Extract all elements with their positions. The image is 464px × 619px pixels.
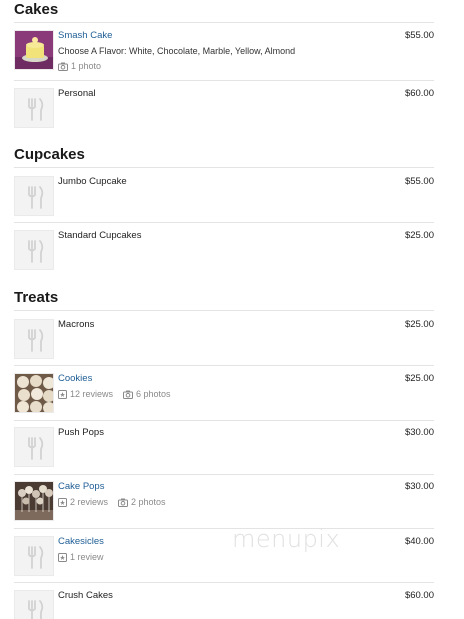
item-meta: 2 reviews 2 photos <box>58 497 166 507</box>
item-price: $30.00 <box>404 427 434 438</box>
item-name: Personal <box>58 88 96 99</box>
watermark: menupix <box>232 525 341 553</box>
item-name[interactable]: Smash Cake <box>58 30 112 42</box>
item-name: Jumbo Cupcake <box>58 176 127 187</box>
section-title-cakes: Cakes <box>14 1 59 18</box>
reviews-link[interactable]: 1 review <box>58 552 104 562</box>
menu-item-personal: Personal $60.00 <box>14 88 434 140</box>
item-description: Choose A Flavor: White, Chocolate, Marbl… <box>58 46 296 56</box>
divider <box>14 80 434 81</box>
item-price: $60.00 <box>404 590 434 601</box>
item-meta: 12 reviews 6 photos <box>58 389 171 399</box>
review-count: 2 reviews <box>70 497 109 507</box>
item-name: Push Pops <box>58 427 104 438</box>
cookies-photo[interactable] <box>14 373 54 413</box>
item-name[interactable]: Cake Pops <box>58 481 104 493</box>
utensils-placeholder-icon <box>14 536 54 576</box>
photo-count: 2 photos <box>131 497 166 507</box>
item-meta: 1 photo <box>58 61 101 71</box>
review-icon <box>58 497 67 507</box>
divider <box>14 310 434 311</box>
item-name[interactable]: Cookies <box>58 373 92 385</box>
reviews-link[interactable]: 12 reviews <box>58 389 113 399</box>
item-name: Crush Cakes <box>58 590 113 601</box>
menu-item-cakesicles[interactable]: Cakesicles 1 review $40.00 <box>14 536 434 588</box>
photos-link[interactable]: 2 photos <box>118 497 166 507</box>
divider <box>14 365 434 366</box>
menu-item-push-pops: Push Pops $30.00 <box>14 427 434 479</box>
utensils-placeholder-icon <box>14 590 54 619</box>
utensils-placeholder-icon <box>14 88 54 128</box>
menu-item-standard-cupcakes: Standard Cupcakes $25.00 <box>14 230 434 282</box>
divider <box>14 420 434 421</box>
menu-item-jumbo-cupcake: Jumbo Cupcake $55.00 <box>14 176 434 228</box>
review-count: 12 reviews <box>70 389 114 399</box>
divider <box>14 22 434 23</box>
camera-icon <box>118 498 129 507</box>
section-title-treats: Treats <box>14 289 59 306</box>
photos-link[interactable]: 6 photos <box>123 389 171 399</box>
menu-item-smash-cake[interactable]: Smash Cake Choose A Flavor: White, Choco… <box>14 30 434 82</box>
utensils-placeholder-icon <box>14 176 54 216</box>
item-name[interactable]: Cakesicles <box>58 536 104 548</box>
item-price: $60.00 <box>404 88 434 99</box>
camera-icon <box>58 62 68 71</box>
utensils-placeholder-icon <box>14 319 54 359</box>
menu-item-crush-cakes: Crush Cakes $60.00 <box>14 590 434 619</box>
item-price: $30.00 <box>404 481 434 492</box>
menu-item-cookies[interactable]: Cookies 12 reviews 6 photos $25.00 <box>14 373 434 425</box>
smash-cake-photo[interactable] <box>14 30 54 70</box>
review-icon <box>58 389 67 399</box>
divider <box>14 474 434 475</box>
item-price: $25.00 <box>404 373 434 384</box>
item-price: $25.00 <box>404 230 434 241</box>
utensils-placeholder-icon <box>14 230 54 270</box>
item-meta: 1 review <box>58 552 104 562</box>
item-name: Macrons <box>58 319 95 330</box>
item-price: $55.00 <box>404 30 434 41</box>
utensils-placeholder-icon <box>14 427 54 467</box>
section-title-cupcakes: Cupcakes <box>14 146 85 163</box>
reviews-link[interactable]: 2 reviews <box>58 497 108 507</box>
item-price: $40.00 <box>404 536 434 547</box>
photos-link[interactable]: 1 photo <box>58 61 101 71</box>
menu-item-macrons: Macrons $25.00 <box>14 319 434 371</box>
camera-icon <box>123 390 134 399</box>
divider <box>14 222 434 223</box>
divider <box>14 167 434 168</box>
divider <box>14 582 434 583</box>
item-price: $25.00 <box>404 319 434 330</box>
cake-pops-photo[interactable] <box>14 481 54 521</box>
menu-item-cake-pops[interactable]: Cake Pops 2 reviews 2 photos $30.00 <box>14 481 434 533</box>
review-icon <box>58 552 67 562</box>
item-price: $55.00 <box>404 176 434 187</box>
photo-count: 1 photo <box>71 61 102 71</box>
photo-count: 6 photos <box>136 389 171 399</box>
review-count: 1 review <box>70 552 104 562</box>
divider <box>14 528 434 529</box>
item-name: Standard Cupcakes <box>58 230 142 241</box>
